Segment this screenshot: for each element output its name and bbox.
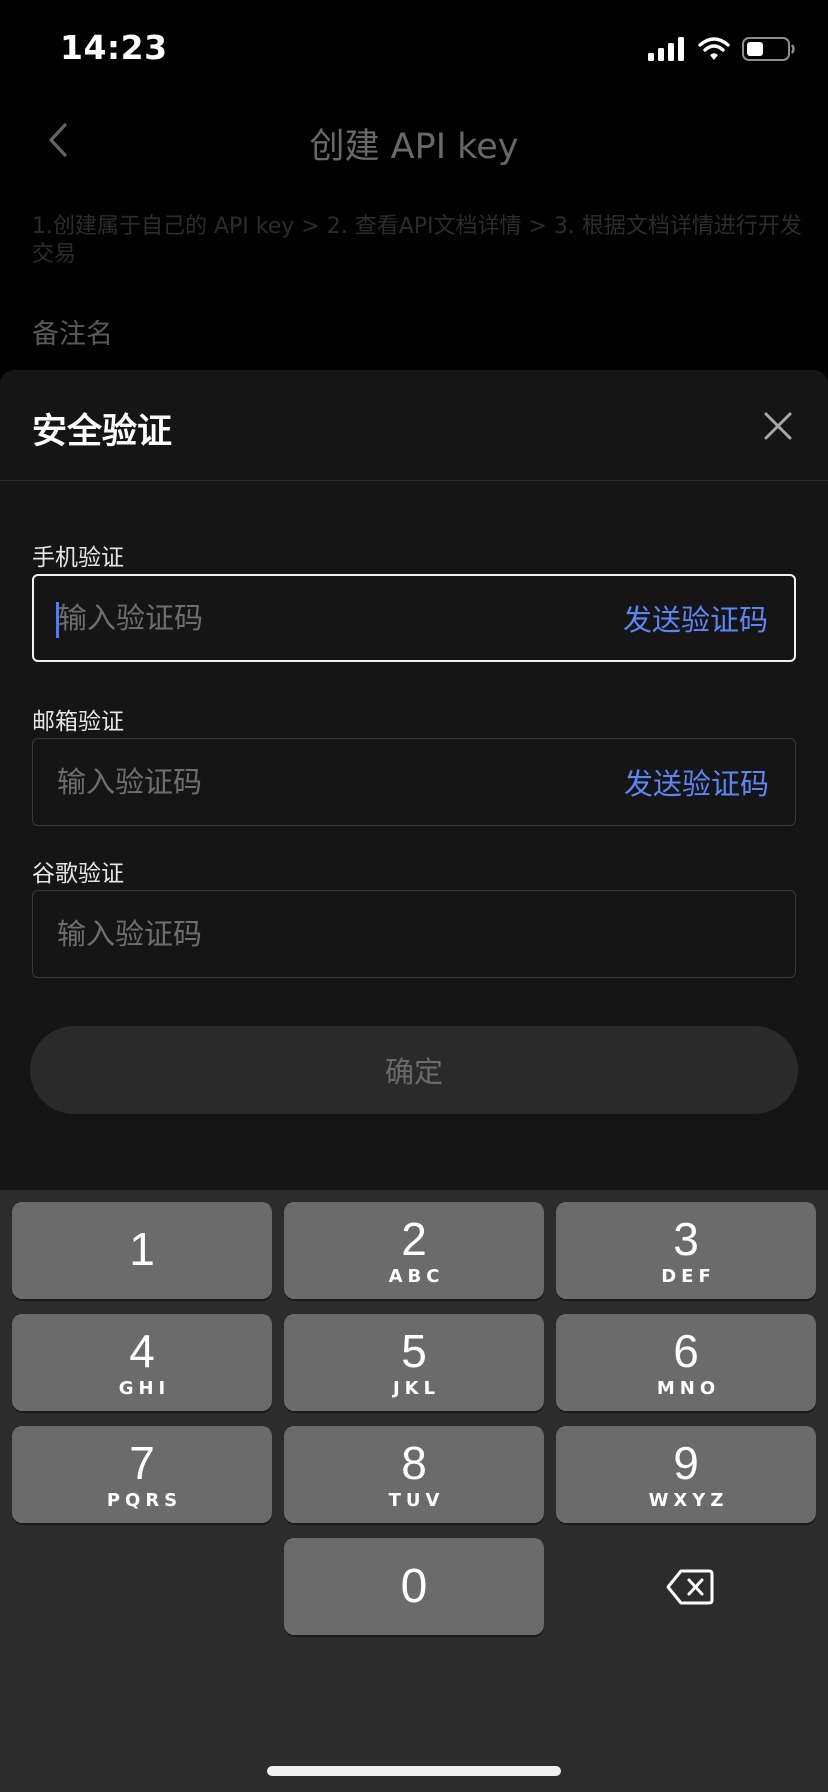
key-3[interactable]: 3 DEF (556, 1202, 816, 1299)
key-letters: MNO (656, 1377, 721, 1399)
key-letters: GHI (118, 1377, 171, 1399)
delete-key[interactable] (658, 1562, 722, 1612)
phone-send-code-button[interactable]: 发送验证码 (623, 576, 768, 660)
key-letters: WXYZ (648, 1489, 729, 1511)
screen: 创建 API key 1.创建属于自己的 API key > 2. 查看API文… (0, 0, 828, 1792)
phone-code-field[interactable]: 发送验证码 (32, 574, 796, 662)
key-letters: JKL (392, 1377, 441, 1399)
email-verification-label: 邮箱验证 (32, 709, 124, 735)
key-4[interactable]: 4 GHI (12, 1314, 272, 1411)
close-icon (764, 412, 792, 440)
key-number: 8 (401, 1436, 427, 1489)
sheet-header: 安全验证 (0, 370, 828, 481)
key-number: 6 (673, 1324, 699, 1377)
battery-icon (742, 37, 795, 61)
email-send-code-button[interactable]: 发送验证码 (624, 739, 769, 825)
key-8[interactable]: 8 TUV (284, 1426, 544, 1523)
phone-code-input[interactable] (58, 576, 578, 660)
email-code-field[interactable]: 发送验证码 (32, 738, 796, 826)
key-letters: PQRS (106, 1489, 183, 1511)
key-number: 0 (400, 1559, 428, 1613)
text-caret (56, 602, 59, 638)
key-1[interactable]: 1 (12, 1202, 272, 1299)
key-9[interactable]: 9 WXYZ (556, 1426, 816, 1523)
key-2[interactable]: 2 ABC (284, 1202, 544, 1299)
email-code-input[interactable] (57, 739, 577, 825)
key-0[interactable]: 0 (284, 1538, 544, 1635)
google-verification-label: 谷歌验证 (32, 861, 124, 887)
google-code-field[interactable] (32, 890, 796, 978)
key-number: 2 (401, 1212, 427, 1265)
key-number: 9 (673, 1436, 699, 1489)
key-number: 3 (673, 1212, 699, 1265)
key-letters: TUV (388, 1489, 445, 1511)
status-bar: 14:23 (0, 0, 828, 100)
key-7[interactable]: 7 PQRS (12, 1426, 272, 1523)
key-letters: DEF (661, 1265, 716, 1287)
key-number: 4 (129, 1324, 155, 1377)
status-icons (648, 32, 796, 66)
phone-verification-label: 手机验证 (32, 545, 124, 571)
delete-backspace-icon (666, 1569, 714, 1605)
confirm-button[interactable]: 确定 (30, 1026, 798, 1114)
sheet-title: 安全验证 (32, 412, 173, 452)
key-5[interactable]: 5 JKL (284, 1314, 544, 1411)
numeric-keypad: 1 2 ABC 3 DEF 4 GHI 5 JKL 6 MNO 7 PQRS 8 (0, 1190, 828, 1792)
status-time: 14:23 (60, 28, 168, 67)
home-indicator (267, 1766, 561, 1776)
google-code-input[interactable] (57, 891, 577, 977)
key-number: 1 (129, 1222, 155, 1275)
wifi-icon (698, 37, 730, 60)
close-button[interactable] (760, 408, 796, 444)
security-verification-sheet: 安全验证 手机验证 发送验证码 邮箱验证 发送验证码 谷歌验证 确定 (0, 370, 828, 1190)
key-number: 5 (401, 1324, 427, 1377)
key-number: 7 (129, 1436, 155, 1489)
key-6[interactable]: 6 MNO (556, 1314, 816, 1411)
signal-icon (648, 37, 684, 61)
key-letters: ABC (388, 1265, 445, 1287)
